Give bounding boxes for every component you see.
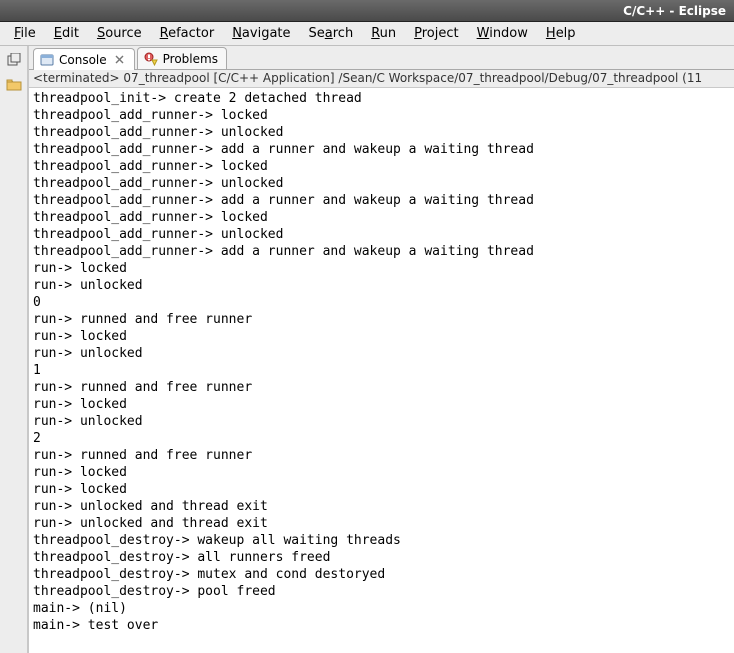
- window-title: C/C++ - Eclipse: [623, 4, 726, 18]
- console-output[interactable]: threadpool_init-> create 2 detached thre…: [29, 88, 734, 653]
- menu-file[interactable]: File: [6, 23, 44, 44]
- tab-console[interactable]: Console: [33, 48, 135, 70]
- problems-icon: [144, 52, 158, 66]
- menu-edit[interactable]: Edit: [46, 23, 87, 44]
- menu-navigate[interactable]: Navigate: [224, 23, 298, 44]
- menu-help[interactable]: Help: [538, 23, 584, 44]
- menu-search[interactable]: Search: [301, 23, 362, 44]
- tab-strip: Console Problems: [29, 46, 734, 70]
- close-icon[interactable]: [114, 54, 126, 66]
- left-toolbar: [0, 46, 28, 653]
- folder-icon[interactable]: [5, 76, 23, 92]
- editor-area: Console Problems: [28, 46, 734, 653]
- main-area: Console Problems: [0, 46, 734, 653]
- console-launch-label: <terminated> 07_threadpool [C/C++ Applic…: [29, 70, 734, 88]
- tab-console-label: Console: [59, 53, 107, 67]
- menu-refactor[interactable]: Refactor: [152, 23, 223, 44]
- menubar: File Edit Source Refactor Navigate Searc…: [0, 22, 734, 46]
- tab-problems[interactable]: Problems: [137, 47, 227, 69]
- menu-window[interactable]: Window: [469, 23, 536, 44]
- menu-project[interactable]: Project: [406, 23, 467, 44]
- console-icon: [40, 53, 54, 67]
- menu-source[interactable]: Source: [89, 23, 150, 44]
- menu-run[interactable]: Run: [363, 23, 404, 44]
- tab-problems-label: Problems: [163, 52, 218, 66]
- restore-view-icon[interactable]: [5, 52, 23, 68]
- window-titlebar: C/C++ - Eclipse: [0, 0, 734, 22]
